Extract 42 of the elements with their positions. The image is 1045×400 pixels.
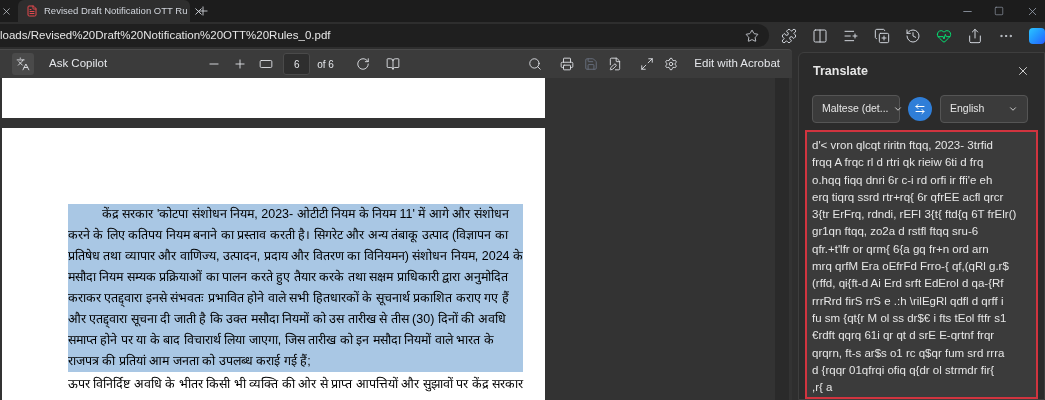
- rotate-icon[interactable]: [355, 57, 370, 71]
- panel-title: Translate: [813, 62, 869, 80]
- translate-text-icon: [16, 57, 30, 71]
- favorite-star-icon[interactable]: [745, 28, 759, 43]
- share-icon[interactable]: [967, 27, 983, 44]
- fit-page-icon[interactable]: [259, 57, 274, 71]
- tab-title: Revised Draft Notification OTT Ru: [44, 3, 188, 18]
- fullscreen-icon[interactable]: [640, 57, 655, 71]
- copilot-logo-icon[interactable]: [1029, 27, 1045, 44]
- edit-with-acrobat-button[interactable]: Edit with Acrobat: [694, 55, 780, 73]
- restore-icon[interactable]: [994, 6, 1004, 16]
- pdf-file-icon: [26, 5, 38, 17]
- new-tab-icon[interactable]: [196, 4, 210, 18]
- settings-icon[interactable]: [664, 57, 679, 71]
- read-aloud-button[interactable]: [12, 53, 34, 75]
- close-tab-icon[interactable]: [193, 5, 205, 17]
- target-language-dropdown[interactable]: English: [940, 95, 1028, 123]
- dropdown-caret-icon: [1008, 104, 1018, 114]
- collections-icon[interactable]: [874, 27, 890, 44]
- page-number-field[interactable]: 6: [283, 53, 311, 75]
- highlighted-paragraph: केंद्र सरकार 'कोटपा संशोधन नियम, 2023- ओटीटी नियम के नियम 11' में आगे और संशोधन करने के लिए कतिपय नियम बनाने का प्रस्ताव करती है। सिगरेट और अन्य तंबाकू उत्पाद (विज्ञापन का प्रतिषेध तथा व्यापार और वाणिज्य, उत्पादन, प्रदाय और वितरण का विनियमन) संशोधन नियम, 2024 के मसौदा नियम सम्यक प्रक्रियाओं का पालन करते हुए तैयार करके तथा सक्षम प्राधिकारी द्वारा अनुमोदित कराकर एतद्द्वारा इनसे संभवतः प्रभावित होने वाले सभी हितधारकों के सूचनार्थ प्रकाशित कराए गए हैं और एतद्द्वारा सूचना दी जाती है कि उक्त मसौदा नियमों को उस तारीख से तीस (30) दिनों की अवधि समाप्त होने पर या के बाद विचारार्थ लिया जाएगा, जिस तारीख को इन मसौदा नियमों वाले भारत के राजपत्र की प्रतियां आम जनता को उपलब्ध कराई गई हैं;: [68, 204, 523, 372]
- dropdown-caret-icon: [892, 104, 903, 114]
- close-icon[interactable]: [1016, 64, 1030, 78]
- paragraph-text: ऊपर विनिर्दिष्ट अवधि के भीतर किसी भी व्यक्ति की ओर से प्राप्त आपत्तियों और सुझावों पर केंद्र सरकार: [68, 375, 524, 393]
- translation-output-box: d'< vron qlcqt riritn ftqq, 2023- 3trfid frqq A frqc rl d rtri qk rieiw 6ti d frq o.hqq fiqq dnri 6r c-i rd orfi ir ffi'e eh erq tiqrq ssrd rtr+rq{ 6r qfrEE acfl qrcr 3{tr ErFrq, rdndi, rEFI 3{t{ ftd{q 6T frElr() gr1qn ftqq, zo2a d rstfl ftqq sru-6 qfr.+t'lfr or qrm{ 6{a gq fr+n ord arn mrq qrfM Era oEfrFd Frro-{ qf,(qRl g.r$ (rffd, qi{ft-d Ai Erd srft EdErol d qa-{Rf rrrRrd firS rrS e .:h \rilEgRl qdfl d qrff i fu sm {qt{r M ol ss dr$€ i fts tEol ftfr s1 €rdft qqrq 61i qr qt d srE E-qrtnf frqr qrqrn, ft-s ar$s o1 rc q$qr fum srd rrra d {rqqr 01qfrqi ofiq q{dr ol strmdr fir{ ,r{ a: [805, 130, 1038, 399]
- source-language-dropdown[interactable]: Maltese (det...: [812, 95, 900, 123]
- page-count: of 6: [317, 57, 334, 72]
- split-screen-icon[interactable]: [812, 27, 828, 44]
- save-as-icon[interactable]: [608, 57, 623, 71]
- address-bar[interactable]: loads/Revised%20Draft%20Notification%20OTT%20Rules_0.pdf: [0, 24, 769, 47]
- zoom-in-icon[interactable]: [233, 57, 248, 71]
- page-view-icon[interactable]: [385, 57, 400, 71]
- search-icon[interactable]: [528, 57, 543, 71]
- history-icon[interactable]: [905, 27, 921, 44]
- extensions-icon[interactable]: [781, 27, 797, 44]
- ask-copilot-button[interactable]: Ask Copilot: [49, 55, 108, 73]
- close-tab-icon[interactable]: [1, 5, 12, 17]
- print-icon[interactable]: [560, 57, 575, 71]
- swap-arrows-icon: [914, 103, 926, 115]
- url-text: loads/Revised%20Draft%20Notification%20OTT%20Rules_0.pdf: [0, 27, 332, 43]
- swap-languages-button[interactable]: [908, 97, 932, 121]
- heart-pulse-icon[interactable]: [936, 27, 952, 44]
